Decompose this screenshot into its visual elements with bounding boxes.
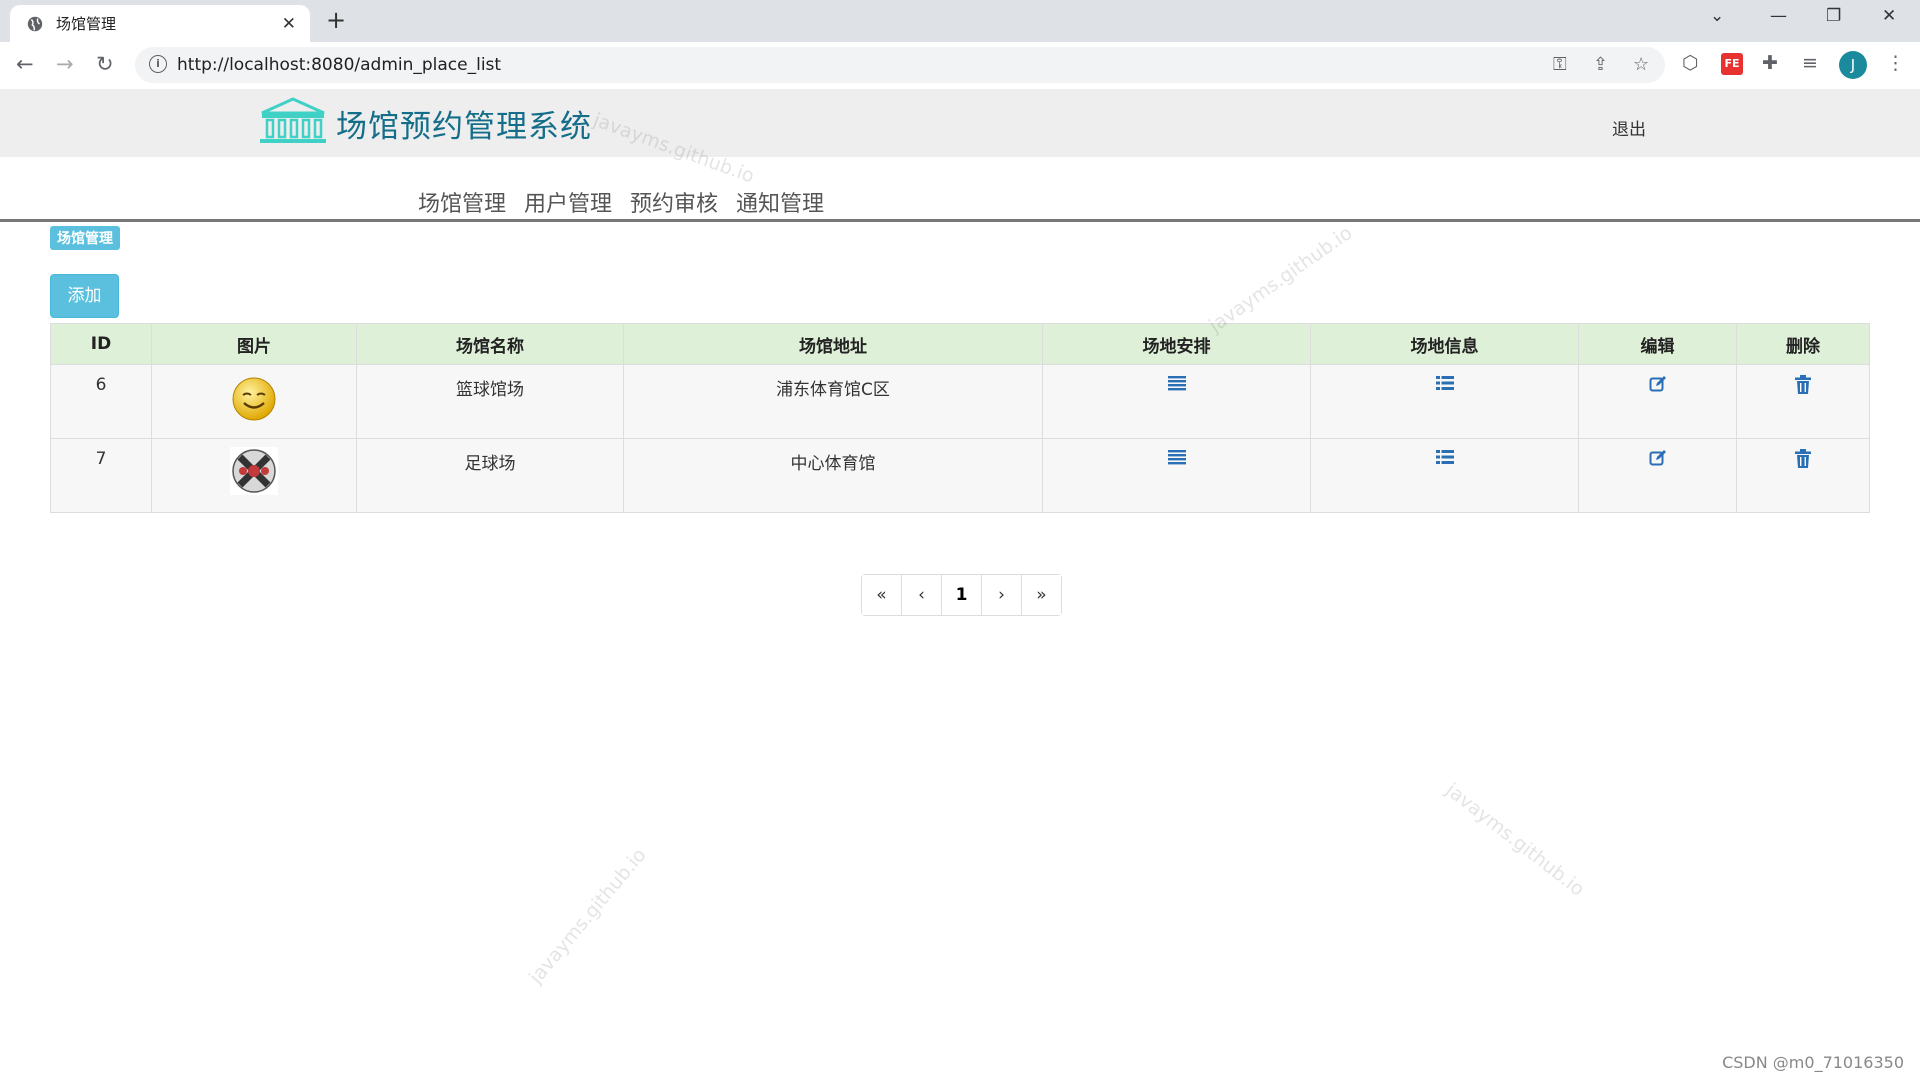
row-name: 篮球馆场 [356, 364, 624, 439]
list-icon[interactable] [1435, 375, 1454, 391]
add-button[interactable]: 添加 [50, 274, 119, 318]
table-row: 7 足球场 中心体育馆 [50, 438, 1870, 513]
col-image: 图片 [151, 323, 357, 365]
row-name: 足球场 [356, 438, 624, 513]
watermark: javayms.github.io [1441, 779, 1589, 901]
tab-title: 场馆管理 [56, 15, 117, 33]
table-row: 6 篮球馆场 浦东体育馆C区 [50, 364, 1870, 439]
row-field-info-cell [1310, 438, 1579, 513]
nav-booking-review[interactable]: 预约审核 [630, 186, 718, 218]
smiley-face-image [232, 377, 276, 421]
row-address: 浦东体育馆C区 [623, 364, 1043, 439]
csdn-credit: CSDN @m0_71016350 [1722, 1053, 1904, 1072]
back-icon[interactable]: ← [16, 52, 34, 76]
col-edit: 编辑 [1578, 323, 1737, 365]
restore-icon[interactable]: ❐ [1826, 6, 1841, 26]
nav-notice-management[interactable]: 通知管理 [736, 186, 824, 218]
logout-link[interactable]: 退出 [1612, 115, 1646, 140]
bookmark-star-icon[interactable]: ☆ [1633, 54, 1649, 75]
row-address: 中心体育馆 [623, 438, 1043, 513]
col-delete: 删除 [1736, 323, 1870, 365]
row-schedule-cell [1042, 364, 1311, 439]
address-bar[interactable]: i http://localhost:8080/admin_place_list… [135, 47, 1665, 83]
reload-icon[interactable]: ↻ [96, 52, 114, 76]
trash-icon[interactable] [1795, 449, 1811, 468]
col-address: 场馆地址 [623, 323, 1043, 365]
minimize-icon[interactable]: — [1770, 6, 1787, 26]
extensions-puzzle-icon[interactable]: ✚ [1762, 52, 1778, 74]
site-header: 场馆预约管理系统 退出 [0, 89, 1920, 157]
trash-icon[interactable] [1795, 375, 1811, 394]
nav-divider [0, 219, 1920, 222]
col-field-info: 场地信息 [1310, 323, 1579, 365]
key-icon[interactable]: ⚿ [1553, 54, 1567, 75]
nav-user-management[interactable]: 用户管理 [524, 186, 612, 218]
row-id: 6 [50, 364, 152, 439]
tab-search-icon[interactable]: ⌄ [1710, 6, 1724, 26]
page-first-button[interactable]: « [862, 575, 902, 615]
forward-icon[interactable]: → [56, 52, 74, 76]
profile-avatar[interactable]: J [1839, 51, 1867, 79]
watermark: javayms.github.io [1205, 221, 1357, 338]
globe-icon [27, 16, 43, 31]
nav-venue-management[interactable]: 场馆管理 [418, 186, 506, 218]
row-image-cell [151, 438, 357, 513]
watermark: javayms.github.io [525, 844, 651, 989]
url-text: http://localhost:8080/admin_place_list [177, 55, 502, 75]
col-name: 场馆名称 [356, 323, 624, 365]
row-delete-cell [1736, 438, 1870, 513]
close-tab-icon[interactable]: ✕ [282, 14, 296, 34]
row-edit-cell [1578, 438, 1737, 513]
edit-icon[interactable] [1649, 375, 1667, 393]
main-nav: 场馆管理 用户管理 预约审核 通知管理 [418, 186, 842, 218]
new-tab-icon[interactable]: + [326, 6, 346, 34]
share-icon[interactable]: ⇪ [1593, 54, 1608, 75]
edit-icon[interactable] [1649, 449, 1667, 467]
site-title: 场馆预约管理系统 [336, 109, 592, 145]
row-edit-cell [1578, 364, 1737, 439]
page: 场馆预约管理系统 退出 场馆管理 用户管理 预约审核 通知管理 场馆管理 添加 … [0, 89, 1920, 1080]
page-prev-button[interactable]: ‹ [902, 575, 942, 615]
extension-vue-icon[interactable]: ⬡ [1682, 52, 1699, 74]
table-header-row: ID 图片 场馆名称 场馆地址 场地安排 场地信息 编辑 删除 [50, 323, 1870, 365]
page-last-button[interactable]: » [1022, 575, 1061, 615]
page-current-button[interactable]: 1 [942, 575, 982, 615]
col-id: ID [50, 323, 152, 365]
col-schedule: 场地安排 [1042, 323, 1311, 365]
page-next-button[interactable]: › [982, 575, 1022, 615]
row-image-cell [151, 364, 357, 439]
row-delete-cell [1736, 364, 1870, 439]
row-schedule-cell [1042, 438, 1311, 513]
building-logo-icon [260, 97, 326, 143]
list-icon[interactable] [1435, 449, 1454, 465]
pagination: « ‹ 1 › » [861, 574, 1062, 616]
row-field-info-cell [1310, 364, 1579, 439]
align-justify-icon[interactable] [1167, 449, 1186, 465]
align-justify-icon[interactable] [1167, 375, 1186, 391]
browser-tab[interactable]: 场馆管理 ✕ [10, 5, 310, 42]
site-info-icon[interactable]: i [149, 55, 167, 73]
window-close-icon[interactable]: ✕ [1882, 6, 1896, 26]
browser-tabstrip: 场馆管理 ✕ + ⌄ — ❐ ✕ [0, 0, 1920, 42]
venue-table: ID 图片 场馆名称 场馆地址 场地安排 场地信息 编辑 删除 6 篮球馆场 浦… [50, 323, 1870, 513]
menu-dots-icon[interactable]: ⋮ [1886, 52, 1905, 74]
soccer-ball-image [230, 447, 278, 495]
row-id: 7 [50, 438, 152, 513]
reading-list-icon[interactable]: ≡ [1802, 52, 1818, 74]
extension-fe-icon[interactable]: FE [1721, 53, 1743, 75]
browser-toolbar: ← → ↻ i http://localhost:8080/admin_plac… [0, 42, 1920, 90]
breadcrumb-label: 场馆管理 [50, 226, 120, 250]
